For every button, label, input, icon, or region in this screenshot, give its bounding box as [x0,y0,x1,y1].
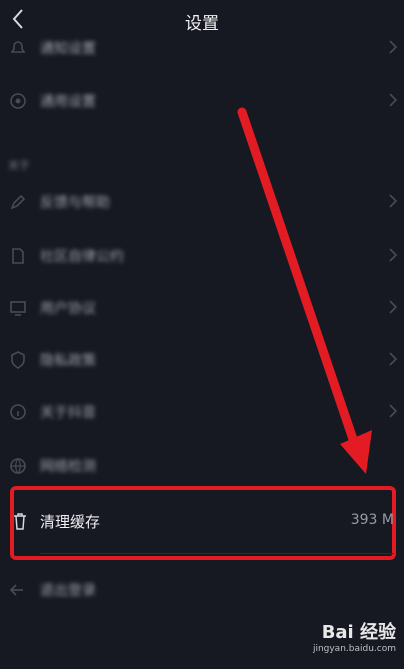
chevron-right-icon [389,404,398,418]
settings-row-general[interactable]: 通用设置 [0,75,404,127]
settings-row-convention[interactable]: 社区自律公约 [0,230,404,282]
info-icon [10,404,26,420]
settings-row-user-agreement[interactable]: 用户协议 [0,282,404,334]
bell-icon [10,41,26,53]
settings-row-label: 用户协议 [40,301,96,317]
settings-row-privacy[interactable]: 隐私政策 [0,334,404,386]
shield-icon [11,351,25,369]
settings-row-label: 反馈与帮助 [40,195,110,211]
settings-row-label: 社区自律公约 [40,249,124,265]
chevron-right-icon [389,352,398,366]
settings-row-logout[interactable]: 退出登录 [0,564,404,616]
settings-row-label: 隐私政策 [40,353,96,369]
chevron-right-icon [389,40,398,54]
settings-row-network[interactable]: 网络检测 [0,440,404,492]
settings-row-label: 通用设置 [40,94,96,110]
watermark: Bai 经验 jingyan.baidu.com [313,618,396,654]
settings-row-label: 退出登录 [40,583,96,599]
cache-size-value: 393 M [350,512,394,528]
settings-row-label: 网络检测 [40,459,96,475]
chevron-right-icon [389,93,398,107]
section-header: 关于 [8,159,30,172]
chevron-right-icon [389,248,398,262]
settings-row-feedback[interactable]: 反馈与帮助 [0,176,404,228]
monitor-icon [10,301,26,316]
network-icon [10,458,26,474]
trash-icon [14,513,26,530]
watermark-url: jingyan.baidu.com [312,644,396,654]
settings-row-label: 通知设置 [40,41,96,57]
pen-icon [10,194,26,210]
clear-cache-button[interactable]: 清理缓存 [40,511,100,532]
divider [40,553,394,554]
settings-row-notifications[interactable]: 通知设置 [0,22,404,74]
settings-row-about[interactable]: 关于抖音 [0,386,404,438]
logout-icon [9,584,23,596]
settings-icon [10,93,26,109]
document-icon [12,248,24,264]
chevron-right-icon [389,300,398,314]
settings-row-label: 关于抖音 [40,405,96,421]
watermark-logo: Bai 经验 [321,622,396,643]
chevron-right-icon [389,194,398,208]
